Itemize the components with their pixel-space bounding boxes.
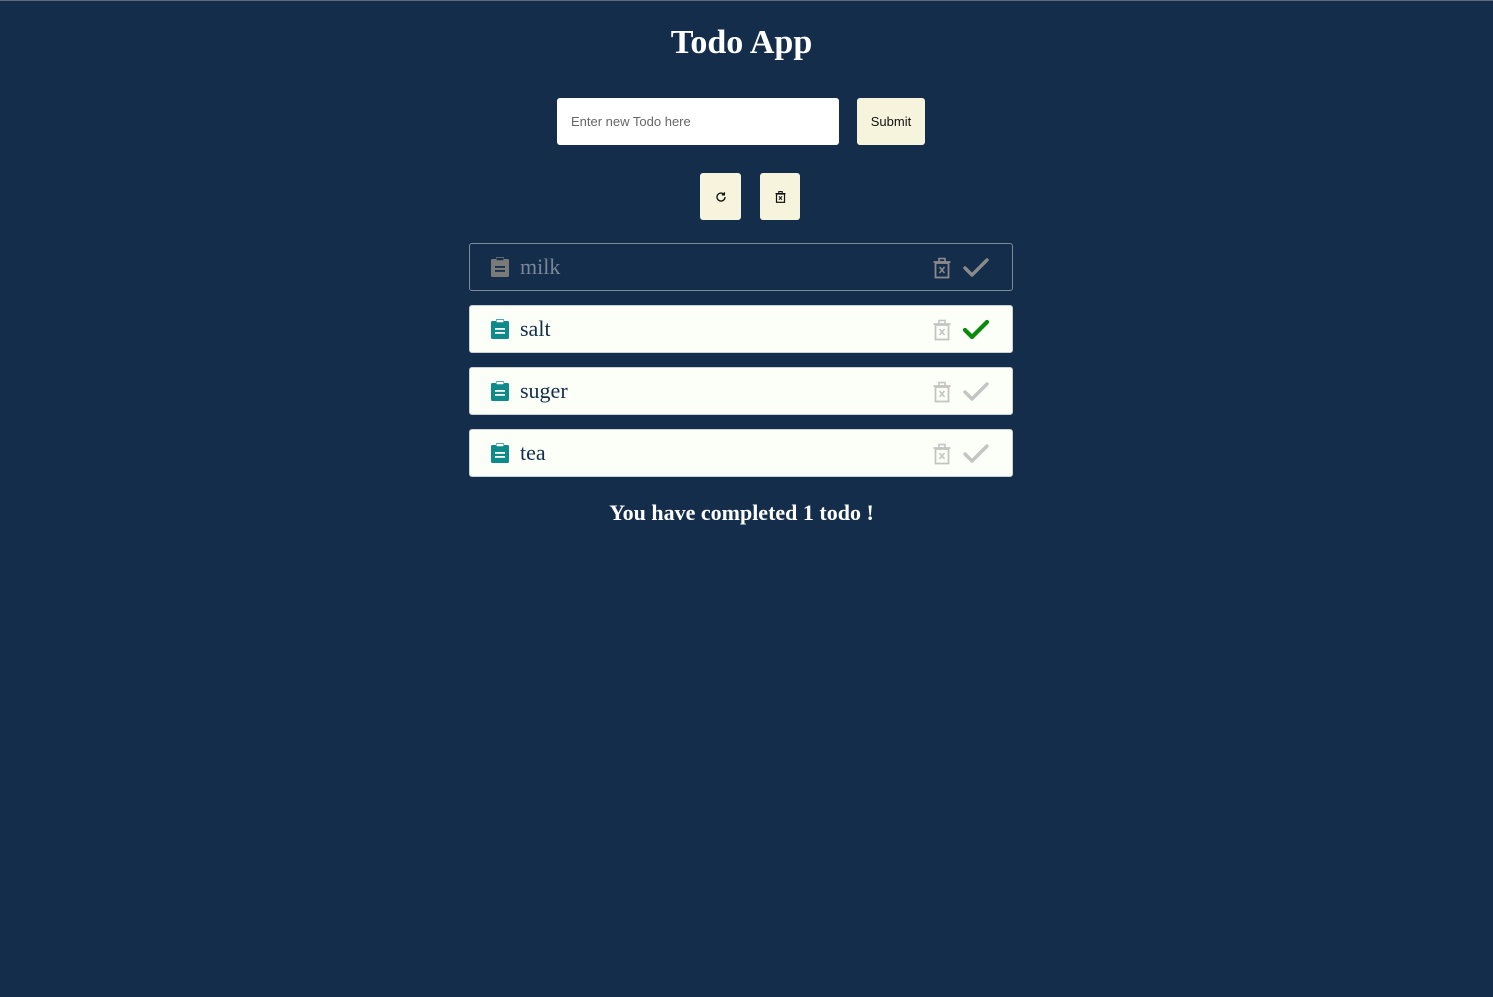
refresh-button[interactable] xyxy=(700,173,741,220)
todo-item[interactable]: milk xyxy=(469,243,1013,291)
delete-icon xyxy=(933,319,951,341)
complete-todo-button[interactable] xyxy=(961,379,991,405)
clipboard-icon xyxy=(491,319,509,339)
delete-todo-button[interactable] xyxy=(932,443,952,465)
todo-item[interactable]: suger xyxy=(469,367,1013,415)
trash-icon xyxy=(775,190,785,203)
todo-list: milk salt suger tea xyxy=(469,243,1013,491)
delete-todo-button[interactable] xyxy=(932,257,952,279)
check-icon xyxy=(962,319,990,340)
completion-summary: You have completed 1 todo ! xyxy=(609,500,874,525)
todo-text: salt xyxy=(520,316,551,341)
delete-icon xyxy=(933,257,951,279)
check-icon xyxy=(963,444,989,463)
delete-todo-button[interactable] xyxy=(932,319,952,341)
check-icon xyxy=(963,382,989,401)
submit-button[interactable]: Submit xyxy=(857,98,925,145)
clear-all-button[interactable] xyxy=(760,173,800,220)
delete-icon xyxy=(933,381,951,403)
clipboard-icon xyxy=(491,257,509,277)
delete-icon xyxy=(933,443,951,465)
todo-text: tea xyxy=(520,440,546,465)
refresh-icon xyxy=(715,191,726,202)
delete-todo-button[interactable] xyxy=(932,381,952,403)
new-todo-input[interactable] xyxy=(557,98,839,145)
clipboard-icon xyxy=(491,443,509,463)
todo-item[interactable]: salt xyxy=(469,305,1013,353)
complete-todo-button[interactable] xyxy=(961,255,991,281)
clipboard-icon xyxy=(491,381,509,401)
page-title: Todo App xyxy=(670,24,813,61)
complete-todo-button[interactable] xyxy=(961,441,991,467)
todo-item[interactable]: tea xyxy=(469,429,1013,477)
complete-todo-button[interactable] xyxy=(961,317,991,343)
todo-text: milk xyxy=(520,254,561,279)
check-icon xyxy=(963,258,989,277)
todo-text: suger xyxy=(520,378,568,403)
